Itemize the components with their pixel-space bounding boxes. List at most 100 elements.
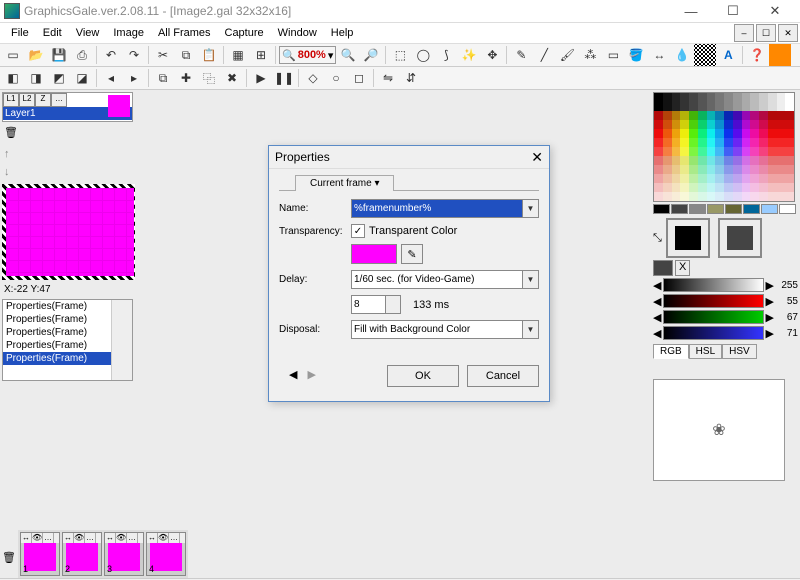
- disposal-combo[interactable]: Fill with Background Color▼: [351, 320, 539, 339]
- cut-icon[interactable]: ✂: [152, 44, 174, 66]
- flip-v-icon[interactable]: ⇵: [400, 67, 422, 89]
- color-palette[interactable]: [653, 92, 795, 202]
- tab-hsv[interactable]: HSV: [722, 344, 757, 359]
- trash-icon[interactable]: 🗑: [4, 126, 20, 142]
- menu-image[interactable]: Image: [106, 23, 151, 43]
- name-input[interactable]: %framenumber%▼: [351, 199, 539, 218]
- delay-combo[interactable]: 1/60 sec. (for Video-Game)▼: [351, 270, 539, 289]
- dither-icon[interactable]: [694, 44, 716, 66]
- canvas-preview[interactable]: [2, 184, 138, 280]
- value-slider[interactable]: [663, 278, 763, 292]
- menu-window[interactable]: Window: [271, 23, 324, 43]
- down-icon[interactable]: ↓: [4, 166, 131, 178]
- open-icon[interactable]: 📂: [25, 44, 47, 66]
- bg-color[interactable]: [718, 218, 762, 258]
- paste-icon[interactable]: 📋: [198, 44, 220, 66]
- mdi-close-icon[interactable]: ✕: [778, 24, 798, 42]
- select-rect-icon[interactable]: ⬚: [389, 44, 411, 66]
- maximize-button[interactable]: ☐: [712, 0, 754, 22]
- scrollbar[interactable]: [111, 300, 132, 381]
- minimize-button[interactable]: —: [670, 0, 712, 22]
- swatch-row[interactable]: [653, 204, 798, 214]
- transparent-color[interactable]: [351, 244, 397, 264]
- replace-icon[interactable]: ↔: [648, 44, 670, 66]
- menu-edit[interactable]: Edit: [36, 23, 69, 43]
- frame-cell[interactable]: ↔👁… 1: [20, 532, 60, 576]
- transparent-checkbox[interactable]: ✓: [351, 224, 365, 238]
- move-icon[interactable]: ✥: [481, 44, 503, 66]
- menu-allframes[interactable]: All Frames: [151, 23, 218, 43]
- onion3-icon[interactable]: ◩: [48, 67, 70, 89]
- first-icon[interactable]: ◂: [100, 67, 122, 89]
- flip-h-icon[interactable]: ⇋: [377, 67, 399, 89]
- undo-icon[interactable]: ↶: [100, 44, 122, 66]
- text-icon[interactable]: A: [717, 44, 739, 66]
- rect-icon[interactable]: ▭: [602, 44, 624, 66]
- tab-current-frame[interactable]: Current frame ▾: [295, 175, 394, 191]
- sub-swatch[interactable]: [653, 260, 673, 276]
- redo-icon[interactable]: ↷: [123, 44, 145, 66]
- palette-btn-icon[interactable]: [769, 44, 791, 66]
- close-button[interactable]: ✕: [754, 0, 796, 22]
- saveall-icon[interactable]: ⎙: [71, 44, 93, 66]
- tab-hsl[interactable]: HSL: [689, 344, 722, 359]
- onion4-icon[interactable]: ◪: [71, 67, 93, 89]
- help-icon[interactable]: ❓: [746, 44, 768, 66]
- delay-spin[interactable]: 8: [351, 295, 401, 314]
- copy-icon[interactable]: ⧉: [175, 44, 197, 66]
- menu-view[interactable]: View: [69, 23, 107, 43]
- grid-icon[interactable]: ▦: [227, 44, 249, 66]
- r-slider[interactable]: [663, 294, 763, 308]
- line-icon[interactable]: ╱: [533, 44, 555, 66]
- select-oval-icon[interactable]: ◯: [412, 44, 434, 66]
- pencil-icon[interactable]: ✎: [510, 44, 532, 66]
- frame-new-icon[interactable]: ✚: [175, 67, 197, 89]
- history-list[interactable]: Properties(Frame) Properties(Frame) Prop…: [2, 299, 133, 381]
- diamond-icon[interactable]: ◇: [302, 67, 324, 89]
- g-slider[interactable]: [663, 310, 763, 324]
- spray-icon[interactable]: ⁂: [579, 44, 601, 66]
- frame-cell[interactable]: ↔👁… 2: [62, 532, 102, 576]
- brush-icon[interactable]: 🖌: [556, 44, 578, 66]
- last-icon[interactable]: ▸: [123, 67, 145, 89]
- circle-icon[interactable]: ○: [325, 67, 347, 89]
- b-slider[interactable]: [663, 326, 763, 340]
- menu-capture[interactable]: Capture: [218, 23, 271, 43]
- frame-dup-icon[interactable]: ⿻: [198, 67, 220, 89]
- shape-icon[interactable]: ◻: [348, 67, 370, 89]
- zoomout-icon[interactable]: 🔎: [360, 44, 382, 66]
- x-button[interactable]: X: [675, 260, 690, 276]
- cancel-button[interactable]: Cancel: [467, 365, 539, 387]
- save-icon[interactable]: 💾: [48, 44, 70, 66]
- tri-left-icon[interactable]: ◀: [653, 279, 661, 292]
- frame-cell[interactable]: ↔👁… 4: [146, 532, 186, 576]
- onion2-icon[interactable]: ◨: [25, 67, 47, 89]
- eyedropper-icon[interactable]: ✎: [401, 244, 423, 264]
- mdi-min-icon[interactable]: –: [734, 24, 754, 42]
- play-icon[interactable]: ▶: [250, 67, 272, 89]
- pause-icon[interactable]: ❚❚: [273, 67, 295, 89]
- frame-copy-icon[interactable]: ⧉: [152, 67, 174, 89]
- prev-frame-icon[interactable]: ◀: [289, 368, 297, 381]
- wand-icon[interactable]: ✨: [458, 44, 480, 66]
- frame-del-icon[interactable]: ✖: [221, 67, 243, 89]
- next-frame-icon[interactable]: ▶: [307, 368, 315, 381]
- new-icon[interactable]: ▭: [2, 44, 24, 66]
- dialog-close-icon[interactable]: ✕: [531, 149, 543, 166]
- mdi-max-icon[interactable]: ☐: [756, 24, 776, 42]
- flood-icon[interactable]: 🪣: [625, 44, 647, 66]
- swap-icon[interactable]: ⤡: [653, 232, 662, 245]
- picker-icon[interactable]: 💧: [671, 44, 693, 66]
- up-icon[interactable]: ↑: [4, 148, 131, 160]
- layer-panel[interactable]: L1L2Z… Layer1: [2, 92, 133, 122]
- menu-file[interactable]: File: [4, 23, 36, 43]
- menu-help[interactable]: Help: [324, 23, 361, 43]
- strip-trash-icon[interactable]: 🗑: [2, 551, 18, 564]
- fg-color[interactable]: [666, 218, 710, 258]
- onion-icon[interactable]: ◧: [2, 67, 24, 89]
- ok-button[interactable]: OK: [387, 365, 459, 387]
- zoom-combo[interactable]: 🔍800%▾: [279, 46, 336, 64]
- zoomin-icon[interactable]: 🔍: [337, 44, 359, 66]
- tri-right-icon[interactable]: ▶: [766, 279, 774, 292]
- tab-rgb[interactable]: RGB: [653, 344, 689, 359]
